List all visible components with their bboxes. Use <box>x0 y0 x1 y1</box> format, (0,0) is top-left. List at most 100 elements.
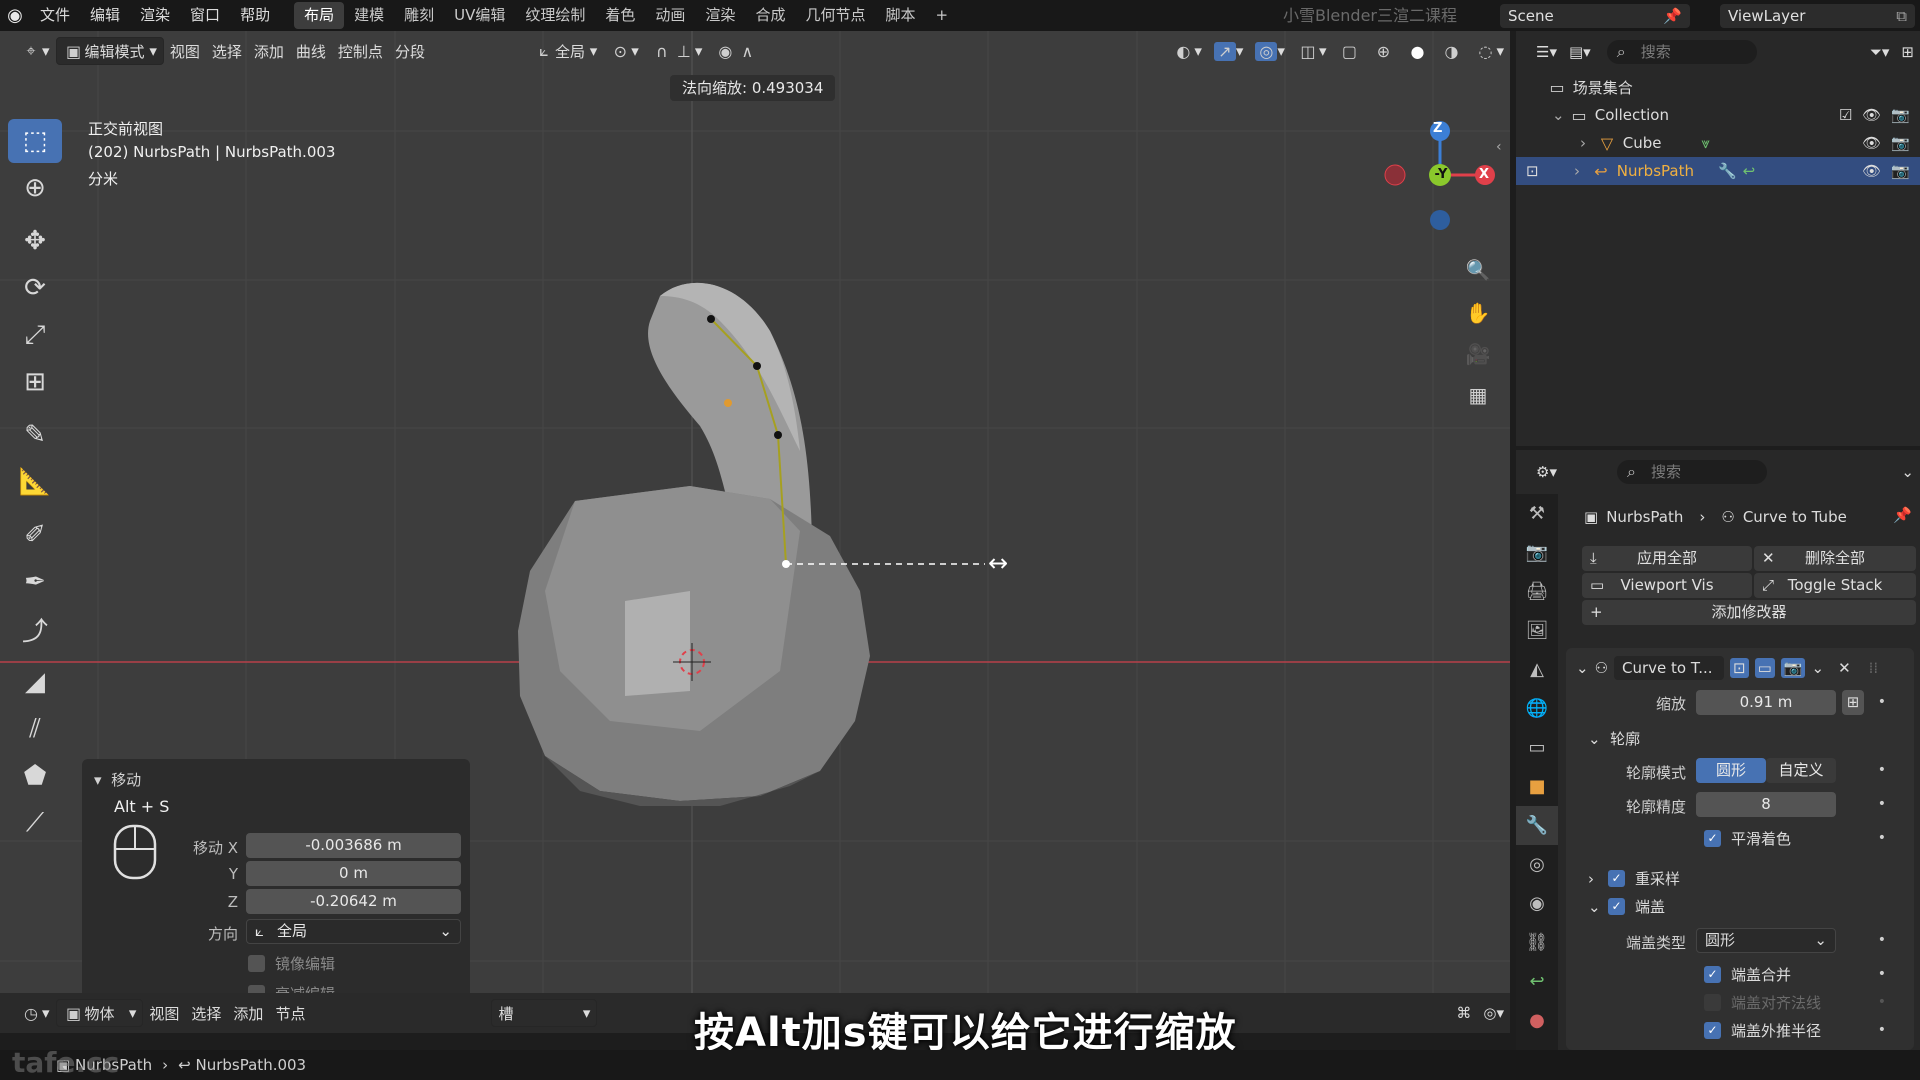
randomize-tool-icon[interactable]: ⬟ <box>8 754 62 798</box>
eye-icon[interactable]: 👁 <box>1862 134 1881 152</box>
collection-row[interactable]: ⌄ ▭ Collection ☑ 👁 📷 <box>1516 101 1920 129</box>
measure-tool-icon[interactable]: 📐 <box>8 460 62 504</box>
overlay-node-icon[interactable]: ◎▾ <box>1477 999 1510 1027</box>
data-tab-icon[interactable]: ↩ <box>1516 962 1558 1001</box>
menu-select[interactable]: 选择 <box>206 37 248 65</box>
menu-file[interactable]: 文件 <box>30 0 80 31</box>
shading-wireframe[interactable]: ⊕ <box>1366 37 1400 65</box>
view-layer-selector[interactable]: ViewLayer ⧉ <box>1720 4 1915 28</box>
slot-selector[interactable]: 槽 ▾ <box>491 999 598 1027</box>
viewport-toggle-icon[interactable]: ▭ <box>1754 658 1775 678</box>
node-menu-add[interactable]: 添加 <box>227 999 269 1027</box>
transform-tool-icon[interactable]: ⊞ <box>8 360 62 404</box>
zoom-icon[interactable]: 🔍 <box>1463 255 1493 285</box>
draw-curve-tool-icon[interactable]: ✐ <box>8 513 62 557</box>
keyframe-dot-icon[interactable]: • <box>1878 994 1886 1010</box>
physics-tab-icon[interactable]: ◉ <box>1516 884 1558 923</box>
keyframe-dot-icon[interactable]: • <box>1878 762 1886 778</box>
move-tool-icon[interactable]: ✥ <box>8 219 62 263</box>
chevron-down-icon[interactable]: ⌄ <box>1576 659 1589 677</box>
tab-sculpting[interactable]: 雕刻 <box>394 2 444 29</box>
rotate-tool-icon[interactable]: ⟳ <box>8 266 62 310</box>
keyframe-dot-icon[interactable]: • <box>1878 796 1886 812</box>
camera-render-icon[interactable]: 📷 <box>1891 106 1910 124</box>
resample-section[interactable]: › ✓ 重采样 <box>1588 868 1680 889</box>
keyframe-dot-icon[interactable]: • <box>1878 830 1886 846</box>
delete-all-button[interactable]: ✕ 删除全部 <box>1754 546 1916 571</box>
scene-selector[interactable]: Scene 📌 <box>1500 4 1690 28</box>
pen-tool-icon[interactable]: ✒ <box>8 560 62 604</box>
cap-outer-radius-checkbox[interactable]: ✓ 端盖外推半径 <box>1704 1020 1821 1041</box>
tool-tab-icon[interactable]: ⚒ <box>1516 494 1558 533</box>
pin-node-icon[interactable]: ⌘ <box>1450 999 1477 1027</box>
new-layer-icon[interactable]: ⧉ <box>1896 4 1907 28</box>
visibility-selector[interactable]: ◐ ▾ <box>1166 37 1208 65</box>
filter-icon[interactable]: ⏷▾ <box>1864 38 1896 66</box>
cap-merge-checkbox[interactable]: ✓ 端盖合并 <box>1704 964 1791 985</box>
chevron-right-icon[interactable]: › <box>1574 162 1590 180</box>
camera-icon[interactable]: 🎥 <box>1463 339 1493 369</box>
profile-mode-custom-button[interactable]: 自定义 <box>1766 758 1836 783</box>
edit-mode-icon[interactable]: ⊡ <box>1526 162 1574 180</box>
menu-view[interactable]: 视图 <box>164 37 206 65</box>
render-tab-icon[interactable]: 📷 <box>1516 533 1558 572</box>
tab-animation[interactable]: 动画 <box>645 2 695 29</box>
blender-logo-icon[interactable]: ◉ <box>0 0 30 31</box>
new-collection-icon[interactable]: ⊞ <box>1895 38 1920 66</box>
toggle-stack-button[interactable]: ⤢ Toggle Stack <box>1754 573 1916 598</box>
scene-tab-icon[interactable]: ◭ <box>1516 650 1558 689</box>
select-box-icon[interactable]: ⬚ <box>8 119 62 163</box>
edit-mode-toggle-icon[interactable]: ⊡ <box>1730 658 1749 678</box>
camera-render-icon[interactable]: 📷 <box>1891 134 1910 152</box>
extrude-tool-icon[interactable]: ⤴ <box>8 607 62 651</box>
modifier-name-field[interactable]: Curve to T... <box>1614 656 1725 680</box>
tab-rendering[interactable]: 渲染 <box>695 2 745 29</box>
output-tab-icon[interactable]: 🖨 <box>1516 572 1558 611</box>
chevron-right-icon[interactable]: › <box>1588 870 1608 888</box>
properties-search-input[interactable]: 搜索 <box>1616 460 1767 484</box>
profile-resolution-field[interactable]: 8 <box>1696 792 1836 817</box>
outliner-type-icon[interactable]: ☰▾ <box>1530 38 1563 66</box>
keyframe-dot-icon[interactable]: • <box>1878 694 1886 710</box>
menu-add[interactable]: 添加 <box>248 37 290 65</box>
keyframe-dot-icon[interactable]: • <box>1878 1022 1886 1038</box>
tab-texture-paint[interactable]: 纹理绘制 <box>515 2 595 29</box>
cap-type-dropdown[interactable]: 圆形 ⌄ <box>1696 928 1836 953</box>
tab-shading[interactable]: 着色 <box>595 2 645 29</box>
sidebar-toggle-icon[interactable]: ‹ <box>1496 139 1502 155</box>
modifier-tab-icon[interactable]: 🔧 <box>1516 806 1558 845</box>
chevron-down-icon[interactable]: ⌄ <box>1552 106 1568 124</box>
camera-render-icon[interactable]: 📷 <box>1891 162 1910 180</box>
checkbox-icon[interactable]: ☑ <box>1839 106 1852 124</box>
viewport-vis-button[interactable]: ▭ Viewport Vis <box>1582 573 1752 598</box>
node-socket-icon[interactable]: ⊞ <box>1842 690 1864 715</box>
tilt-tool-icon[interactable]: ⫽ <box>8 707 62 751</box>
menu-segments[interactable]: 分段 <box>389 37 431 65</box>
chevron-right-icon[interactable]: › <box>1580 134 1596 152</box>
proportional-edit-checkbox[interactable]: 衰减编辑 <box>248 983 335 993</box>
xray-toggle[interactable]: ▢ <box>1332 37 1366 65</box>
mirror-edit-checkbox[interactable]: 镜像编辑 <box>248 953 335 974</box>
scale-tool-icon[interactable]: ⤢ <box>8 313 62 357</box>
orientation-dropdown[interactable]: ⟀ 全局 ⌄ <box>246 919 461 944</box>
object-mode-selector[interactable]: ▣ 物体 ▾ <box>55 999 144 1027</box>
3d-viewport[interactable]: ↔ Z -Y X ⌖ ▾ ▣ 编辑模式 ▾ 视图 选择 添加 曲线 控制点 分段 ⟀… <box>0 31 1510 993</box>
object-tab-icon[interactable]: ■ <box>1516 767 1558 806</box>
node-menu-view[interactable]: 视图 <box>143 999 185 1027</box>
smooth-shading-checkbox[interactable]: ✓ 平滑着色 <box>1704 828 1791 849</box>
caps-section[interactable]: ⌄ ✓ 端盖 <box>1588 896 1665 917</box>
scene-collection-row[interactable]: ▭ 场景集合 <box>1516 73 1920 101</box>
render-toggle-icon[interactable]: 📷 <box>1780 658 1806 678</box>
annotate-tool-icon[interactable]: ✎ <box>8 413 62 457</box>
move-y-field[interactable]: 0 m <box>246 861 461 886</box>
pin-icon[interactable]: 📌 <box>1893 506 1912 524</box>
outliner-search-input[interactable]: 搜索 <box>1606 40 1757 64</box>
chevron-down-icon[interactable]: ⌄ <box>1588 898 1608 916</box>
tab-compositing[interactable]: 合成 <box>745 2 795 29</box>
profile-section-header[interactable]: ⌄ 轮廓 <box>1588 728 1640 749</box>
operator-title[interactable]: ▾ 移动 <box>94 769 141 790</box>
eye-icon[interactable]: 👁 <box>1862 162 1881 180</box>
tab-modeling[interactable]: 建模 <box>344 2 394 29</box>
apply-all-button[interactable]: ⤓ 应用全部 <box>1582 546 1752 571</box>
pan-hand-icon[interactable]: ✋ <box>1463 298 1493 328</box>
